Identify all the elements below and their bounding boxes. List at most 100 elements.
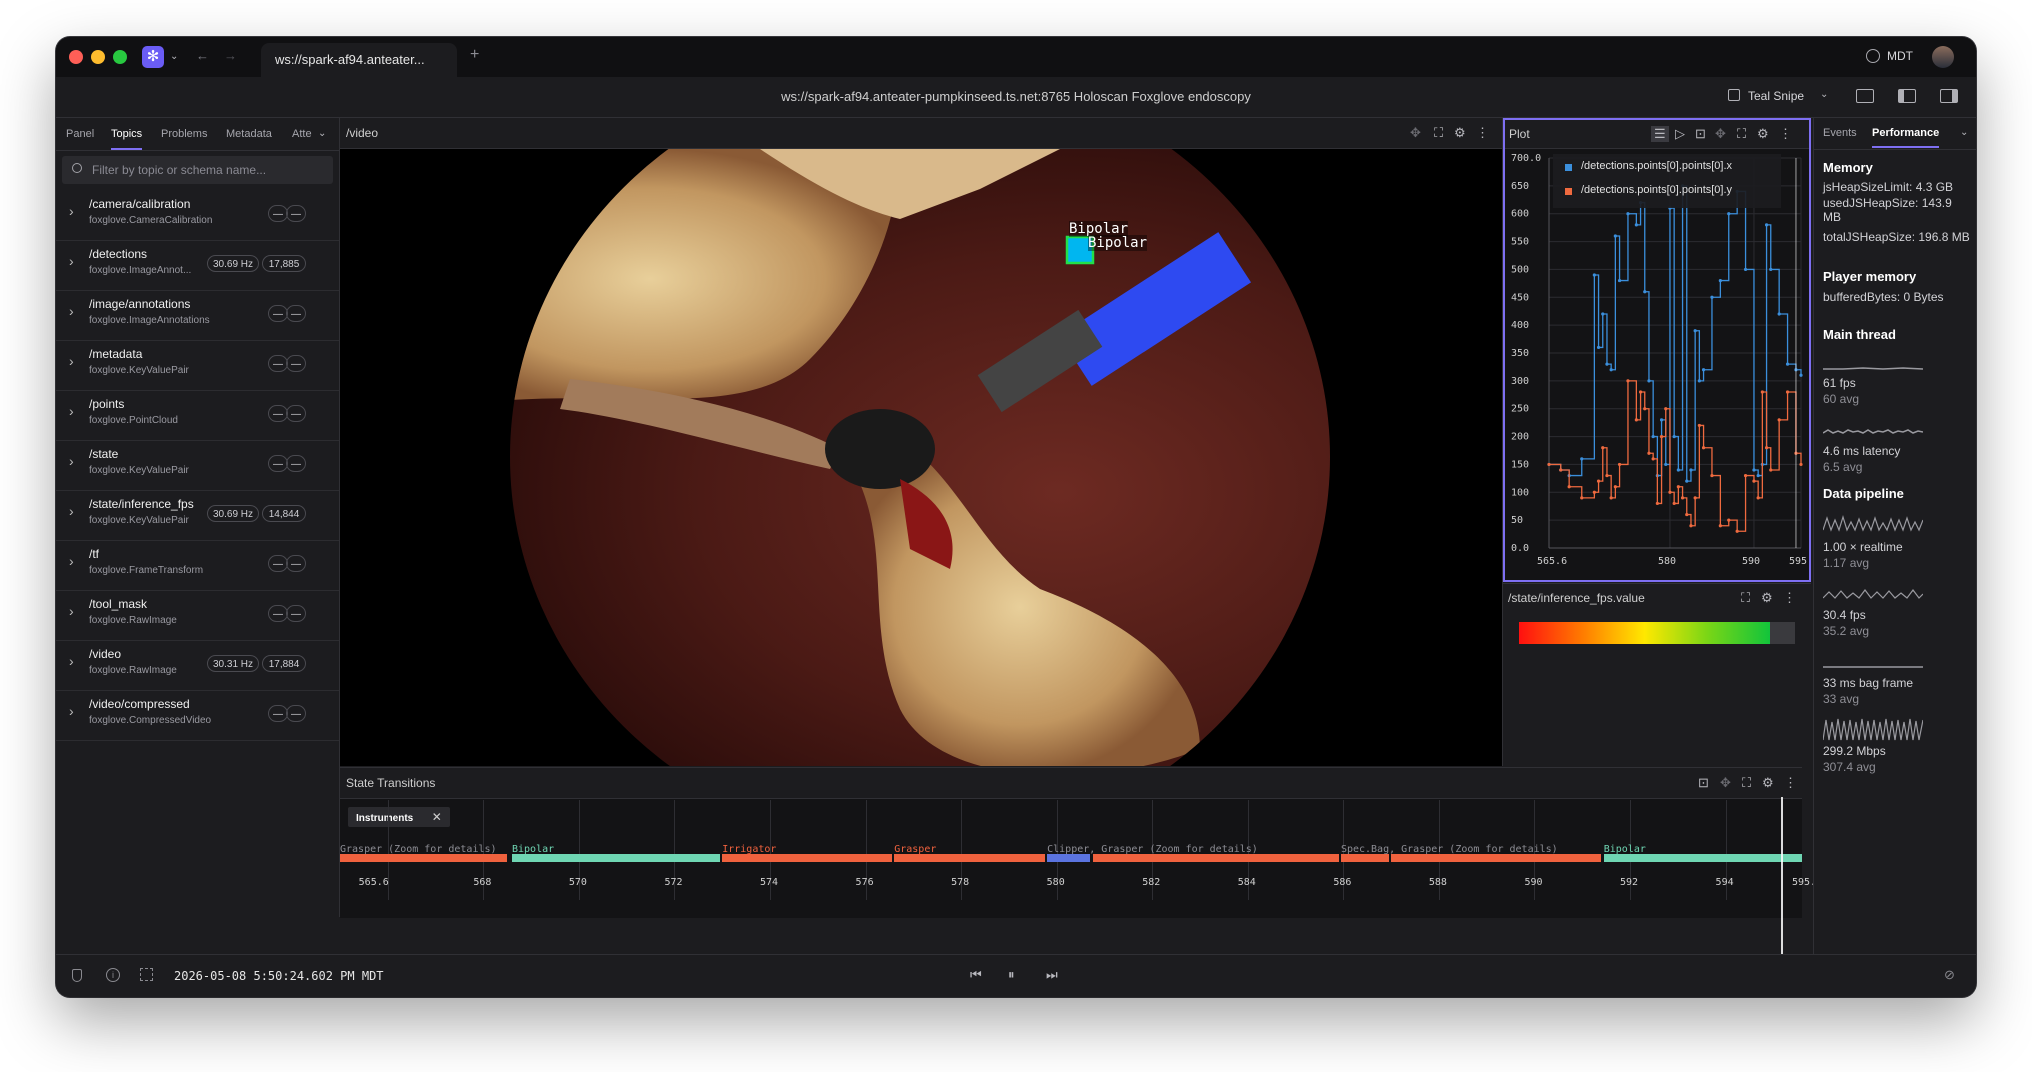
current-timestamp[interactable]: 2026-05-08 5:50:24.602 PM MDT — [174, 969, 384, 983]
more-icon[interactable]: ⋮ — [1783, 591, 1796, 605]
more-icon[interactable]: ⋮ — [1779, 127, 1792, 141]
state-segment[interactable] — [1603, 854, 1802, 862]
skip-back-icon[interactable]: ⏮ — [970, 968, 982, 982]
state-segment[interactable] — [722, 854, 892, 862]
topic-search-input[interactable]: Filter by topic or schema name... — [62, 156, 333, 184]
add-panel-icon[interactable] — [1856, 89, 1874, 103]
tab-attachments[interactable]: Atte — [292, 118, 312, 150]
topic-row[interactable]: › /tf foxglove.FrameTransform — — — [56, 540, 339, 591]
tab-problems[interactable]: Problems — [161, 118, 207, 150]
chevron-down-icon[interactable]: ⌄ — [170, 50, 178, 64]
plot-chart[interactable]: 700.0 650 600 550 500 450 400 350 300 250 200 150 10… — [1505, 148, 1809, 580]
topic-row[interactable]: › /state foxglove.KeyValuePair — — — [56, 440, 339, 491]
state-segment[interactable] — [894, 854, 1045, 862]
gear-icon[interactable]: ⚙ — [1762, 776, 1774, 790]
play-icon[interactable]: ▷ — [1675, 127, 1685, 141]
pause-icon[interactable]: ⏸ — [1008, 968, 1015, 982]
more-icon[interactable]: ⋮ — [1476, 126, 1489, 140]
download-icon[interactable]: ⊡ — [1698, 776, 1709, 790]
left-sidebar-tabs: Panel Topics Problems Metadata Atte ⌄ — [56, 118, 339, 151]
new-tab-icon[interactable]: + — [470, 47, 479, 63]
topic-row[interactable]: › /video foxglove.RawImage 30.31 Hz 17,884 — [56, 640, 339, 691]
state-segment[interactable] — [1391, 854, 1602, 862]
move-icon[interactable]: ✥ — [1715, 127, 1726, 141]
close-window-button[interactable] — [69, 50, 83, 64]
tab-performance[interactable]: Performance — [1872, 127, 1940, 148]
tab-events[interactable]: Events — [1823, 127, 1857, 139]
right-sidebar-toggle-icon[interactable] — [1940, 89, 1958, 103]
topic-row[interactable]: › /points foxglove.PointCloud — — — [56, 390, 339, 441]
layout-name[interactable]: Teal Snipe — [1748, 89, 1804, 103]
tab-metadata[interactable]: Metadata — [226, 118, 272, 150]
left-sidebar-toggle-icon[interactable] — [1898, 89, 1916, 103]
browser-tab[interactable]: ws://spark-af94.anteater... — [261, 43, 457, 77]
app-logo-icon[interactable]: ✻ — [142, 46, 164, 68]
chevron-down-icon[interactable]: ⌄ — [1960, 126, 1968, 140]
state-segment[interactable] — [512, 854, 720, 862]
state-tick-label: 580 — [1046, 877, 1065, 888]
chevron-right-icon[interactable]: › — [69, 703, 74, 719]
video-panel-header: /video ✥ ⛶ ⚙ ⋮ — [340, 118, 1502, 149]
state-timeline[interactable]: Instruments ✕ Grasper (Zoom for details)… — [340, 800, 1822, 918]
topic-row[interactable]: › /detections foxglove.ImageAnnot... 30.69 … — [56, 240, 339, 291]
chevron-right-icon[interactable]: › — [69, 503, 74, 519]
legend-toggle-icon[interactable]: ☰ — [1651, 126, 1669, 142]
chevron-right-icon[interactable]: › — [69, 253, 74, 269]
chevron-right-icon[interactable]: › — [69, 553, 74, 569]
chevron-right-icon[interactable]: › — [69, 603, 74, 619]
chevron-down-icon[interactable]: ⌄ — [318, 127, 326, 141]
chevron-right-icon[interactable]: › — [69, 353, 74, 369]
chevron-down-icon[interactable]: ⌄ — [1820, 88, 1828, 102]
move-icon[interactable]: ✥ — [1410, 126, 1421, 140]
chevron-right-icon[interactable]: › — [69, 203, 74, 219]
legend-entry[interactable]: /detections.points[0].points[0].y — [1581, 184, 1732, 196]
avatar[interactable] — [1932, 46, 1954, 68]
more-icon[interactable]: ⋮ — [1784, 776, 1797, 790]
topic-row[interactable]: › /video/compressed foxglove.CompressedVid… — [56, 690, 339, 741]
fullscreen-icon[interactable]: ⛶ — [1742, 776, 1751, 790]
gear-icon[interactable]: ⚙ — [1454, 126, 1466, 140]
topic-name: /detections — [89, 247, 148, 261]
topic-row[interactable]: › /tool_mask foxglove.RawImage — — — [56, 590, 339, 641]
instruments-chip[interactable]: Instruments ✕ — [348, 807, 450, 827]
back-arrow-icon[interactable]: ← — [196, 49, 209, 63]
fullscreen-icon[interactable]: ⛶ — [1434, 126, 1443, 140]
legend-entry[interactable]: /detections.points[0].points[0].x — [1581, 160, 1732, 172]
state-segment[interactable] — [1340, 854, 1389, 862]
data-point — [1659, 418, 1664, 422]
fullscreen-icon[interactable]: ⛶ — [1741, 591, 1750, 605]
download-icon[interactable]: ⊡ — [1695, 127, 1706, 141]
gear-icon[interactable]: ⚙ — [1761, 591, 1773, 605]
state-segment[interactable] — [1047, 854, 1091, 862]
topic-row[interactable]: › /metadata foxglove.KeyValuePair — — — [56, 340, 339, 391]
zoom-window-button[interactable] — [113, 50, 127, 64]
playhead[interactable] — [1781, 797, 1783, 954]
shield-icon[interactable] — [72, 969, 82, 982]
state-segment[interactable] — [1092, 854, 1339, 862]
selection-icon[interactable] — [140, 968, 153, 981]
disconnected-icon[interactable]: ⊘ — [1944, 968, 1955, 982]
topic-schema: foxglove.PointCloud — [89, 415, 178, 426]
data-point — [1651, 457, 1655, 461]
gear-icon[interactable]: ⚙ — [1757, 127, 1769, 141]
close-icon[interactable]: ✕ — [432, 810, 442, 824]
tab-panel[interactable]: Panel — [66, 118, 94, 150]
skip-forward-icon[interactable]: ⏭ — [1046, 968, 1058, 982]
fullscreen-icon[interactable]: ⛶ — [1737, 127, 1746, 141]
state-label: Bipolar — [1603, 844, 1646, 855]
used-heap: usedJSHeapSize: 143.9 MB — [1823, 196, 1952, 224]
chevron-right-icon[interactable]: › — [69, 453, 74, 469]
minimize-window-button[interactable] — [91, 50, 105, 64]
topic-row[interactable]: › /state/inference_fps foxglove.KeyValuePa… — [56, 490, 339, 541]
chevron-right-icon[interactable]: › — [69, 403, 74, 419]
info-icon[interactable]: i — [106, 968, 120, 982]
forward-arrow-icon[interactable]: → — [224, 49, 237, 63]
tab-topics[interactable]: Topics — [111, 118, 143, 150]
topic-row[interactable]: › /image/annotations foxglove.ImageAnnotat… — [56, 290, 339, 341]
topic-row[interactable]: › /camera/calibration foxglove.CameraCalib… — [56, 190, 339, 241]
chevron-right-icon[interactable]: › — [69, 303, 74, 319]
state-segment[interactable] — [340, 854, 508, 862]
move-icon[interactable]: ✥ — [1720, 776, 1731, 790]
chevron-right-icon[interactable]: › — [69, 653, 74, 669]
y-tick-label: 500 — [1511, 264, 1529, 275]
